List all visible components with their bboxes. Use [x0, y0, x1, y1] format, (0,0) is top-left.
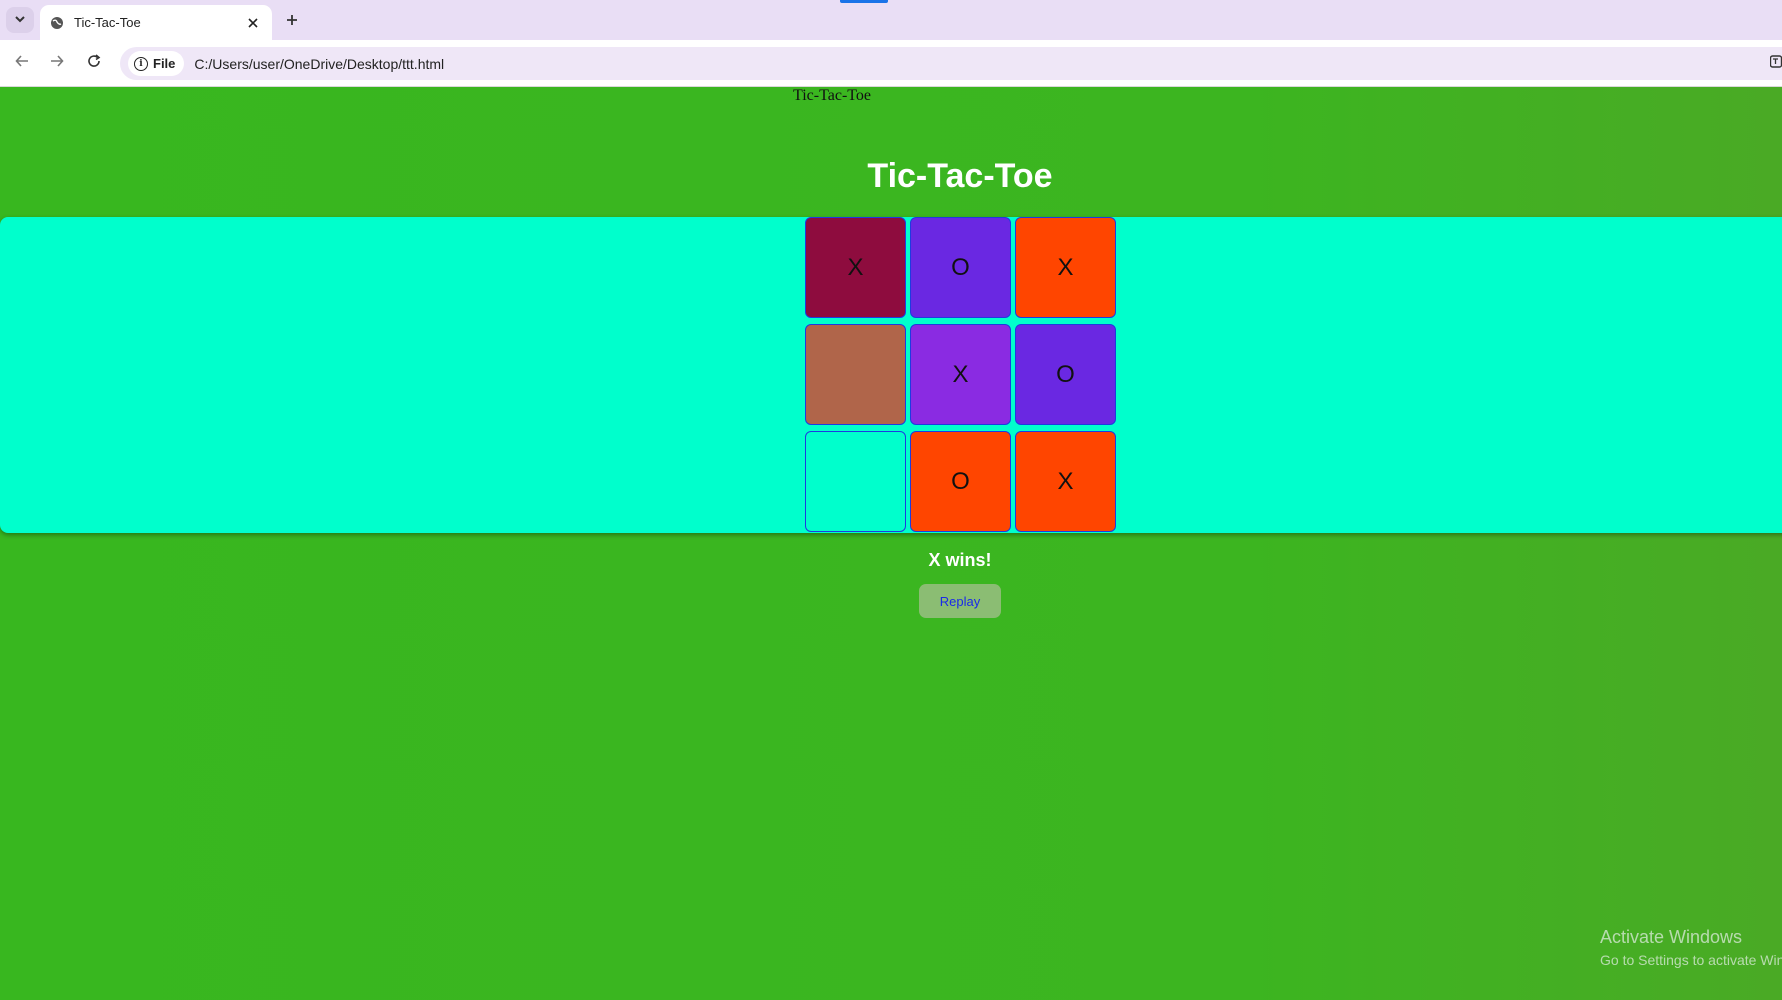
- reload-icon: [87, 53, 101, 73]
- board-cell[interactable]: X: [910, 324, 1011, 425]
- chevron-down-icon: [14, 13, 26, 28]
- back-button[interactable]: [10, 51, 34, 75]
- board-cell[interactable]: X: [805, 217, 906, 318]
- game-board: XOXXOOX: [805, 217, 1118, 533]
- windows-activation-watermark: Activate Windows Go to Settings to activ…: [1600, 927, 1782, 968]
- tab-strip-accent: [840, 0, 888, 3]
- forward-button[interactable]: [45, 51, 69, 75]
- watermark-title: Activate Windows: [1600, 927, 1743, 947]
- tab-title: Tic-Tac-Toe: [74, 15, 141, 30]
- replay-button[interactable]: Replay: [919, 584, 1001, 618]
- board-cell[interactable]: O: [1015, 324, 1116, 425]
- site-chip-label: File: [153, 56, 176, 71]
- close-icon[interactable]: [244, 14, 262, 32]
- site-info-chip[interactable]: i File: [128, 51, 185, 76]
- document-title-text: Tic-Tac-Toe: [793, 87, 872, 104]
- info-icon: i: [134, 56, 148, 71]
- browser-toolbar: i File C:/Users/user/OneDrive/Desktop/tt…: [0, 40, 1782, 87]
- globe-icon: [49, 15, 65, 31]
- tab-list-button[interactable]: [6, 7, 34, 33]
- page-body: Tic-Tac-Toe Tic-Tac-Toe XOXXOOX X wins! …: [0, 87, 1782, 1000]
- board-cell[interactable]: X: [1015, 217, 1116, 318]
- game-status: X wins!: [928, 550, 992, 570]
- arrow-right-icon: [50, 53, 64, 73]
- board-cell[interactable]: O: [910, 217, 1011, 318]
- address-bar[interactable]: i File C:/Users/user/OneDrive/Desktop/tt…: [120, 47, 1782, 80]
- plus-icon: [286, 9, 298, 32]
- tab-tic-tac-toe[interactable]: Tic-Tac-Toe: [40, 5, 272, 40]
- watermark-subtitle: Go to Settings to activate Windows.: [1600, 952, 1782, 968]
- board-cell[interactable]: O: [910, 431, 1011, 532]
- reload-button[interactable]: [82, 51, 106, 75]
- arrow-left-icon: [15, 53, 29, 73]
- url-text[interactable]: C:/Users/user/OneDrive/Desktop/ttt.html: [194, 56, 444, 72]
- translate-icon[interactable]: [1769, 55, 1782, 71]
- board-cell[interactable]: X: [1015, 431, 1116, 532]
- page-heading: Tic-Tac-Toe: [867, 157, 1053, 195]
- browser-tab-strip: Tic-Tac-Toe: [0, 0, 1782, 40]
- board-cell[interactable]: [805, 324, 906, 425]
- new-tab-button[interactable]: [280, 8, 304, 32]
- board-cell[interactable]: [805, 431, 906, 532]
